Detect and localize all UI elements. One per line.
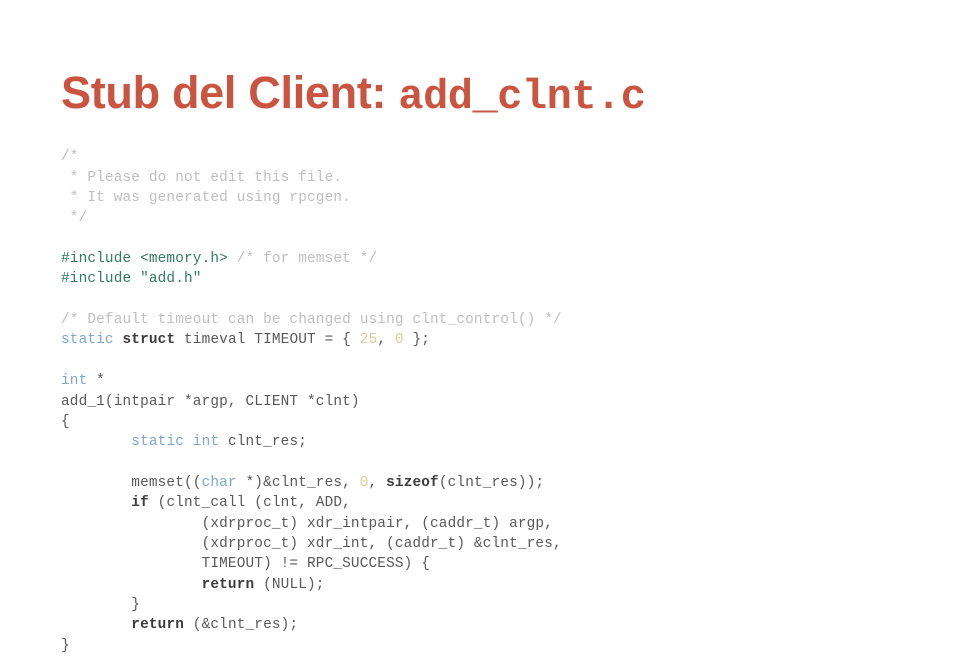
code-line: if (clnt_call (clnt, ADD,	[61, 493, 921, 513]
code-line: TIMEOUT) != RPC_SUCCESS) {	[61, 554, 921, 574]
code-token-plain: timeval TIMEOUT = {	[175, 332, 360, 349]
code-line: #include <memory.h> /* for memset */	[61, 249, 921, 269]
code-token-plain: (&clnt_res);	[184, 617, 299, 634]
code-token-kw: static int	[131, 434, 220, 451]
page-title-filename: add_clnt.c	[398, 73, 646, 122]
code-token-num: 0	[359, 474, 369, 491]
page-title-prefix: Stub del Client:	[61, 67, 399, 119]
code-token-comment: /* Default timeout can be changed using …	[61, 312, 562, 329]
code-token-plain: ,	[368, 474, 387, 491]
code-token-plain: *)&clnt_res,	[236, 474, 360, 491]
code-token-bold: if	[131, 495, 149, 512]
code-token-plain: }	[61, 637, 70, 654]
code-line: #include "add.h"	[61, 269, 921, 289]
code-token-plain: (xdrproc_t) xdr_int, (caddr_t) &clnt_res…	[61, 535, 562, 552]
code-token-kw: char	[201, 474, 237, 491]
code-line: static struct timeval TIMEOUT = { 25, 0 …	[61, 330, 921, 350]
page-title: Stub del Client: add_clnt.c	[61, 66, 646, 124]
code-listing: /* * Please do not edit this file. * It …	[61, 147, 921, 656]
code-token-plain: TIMEOUT) != RPC_SUCCESS) {	[61, 556, 431, 573]
code-token-kw: int	[61, 373, 88, 390]
code-token-num: 0	[394, 332, 404, 349]
code-line: {	[61, 412, 921, 432]
code-token-comment: * Please do not edit this file.	[61, 169, 343, 186]
code-token-bold: return	[131, 617, 185, 634]
code-token-plain: (NULL);	[254, 576, 325, 593]
code-line: * It was generated using rpcgen.	[61, 188, 921, 208]
code-token-bold: sizeof	[386, 474, 439, 491]
code-token-plain: ,	[377, 332, 395, 349]
code-line: /* Default timeout can be changed using …	[61, 310, 921, 330]
code-line: memset((char *)&clnt_res, 0, sizeof(clnt…	[61, 473, 921, 493]
code-line: add_1(intpair *argp, CLIENT *clnt)	[61, 392, 921, 412]
code-token-plain: };	[403, 332, 431, 349]
code-token-plain: *	[87, 373, 105, 390]
code-line: return (&clnt_res);	[61, 615, 921, 635]
code-token-plain: add_1(intpair *argp, CLIENT *clnt)	[61, 393, 360, 410]
code-token-plain: (xdrproc_t) xdr_intpair, (caddr_t) argp,	[61, 515, 554, 532]
code-line: int *	[61, 371, 921, 391]
code-line: (xdrproc_t) xdr_intpair, (caddr_t) argp,	[61, 514, 921, 534]
code-line: (xdrproc_t) xdr_int, (caddr_t) &clnt_res…	[61, 534, 921, 554]
code-token-plain: }	[61, 596, 141, 613]
code-line: /*	[61, 147, 921, 167]
code-token-num: 25	[359, 332, 378, 349]
code-line: */	[61, 208, 921, 228]
code-line: return (NULL);	[61, 575, 921, 595]
code-token-plain: clnt_res;	[219, 434, 308, 451]
code-line: }	[61, 595, 921, 615]
code-line: static int clnt_res;	[61, 432, 921, 452]
code-token-comment: * It was generated using rpcgen.	[61, 190, 351, 207]
code-token-plain: memset((	[61, 474, 202, 491]
code-token-bold: return	[201, 576, 255, 593]
code-token-plain: (clnt_res));	[438, 474, 545, 491]
code-token-pre: #include <memory.h>	[61, 251, 228, 268]
code-token-pre: #include "add.h"	[61, 271, 202, 288]
code-token-comment: /*	[61, 149, 79, 166]
code-token-plain: (clnt_call (clnt, ADD,	[148, 495, 351, 512]
code-token-plain: {	[61, 413, 70, 430]
code-token-comment: /* for memset */	[236, 251, 378, 268]
code-line: * Please do not edit this file.	[61, 168, 921, 188]
code-token-kw-b: struct	[122, 332, 176, 349]
slide-canvas: Stub del Client: add_clnt.c /* * Please …	[0, 0, 959, 654]
code-token-kw: static	[61, 332, 114, 349]
code-token-comment: */	[61, 210, 88, 227]
code-line: }	[61, 636, 921, 656]
